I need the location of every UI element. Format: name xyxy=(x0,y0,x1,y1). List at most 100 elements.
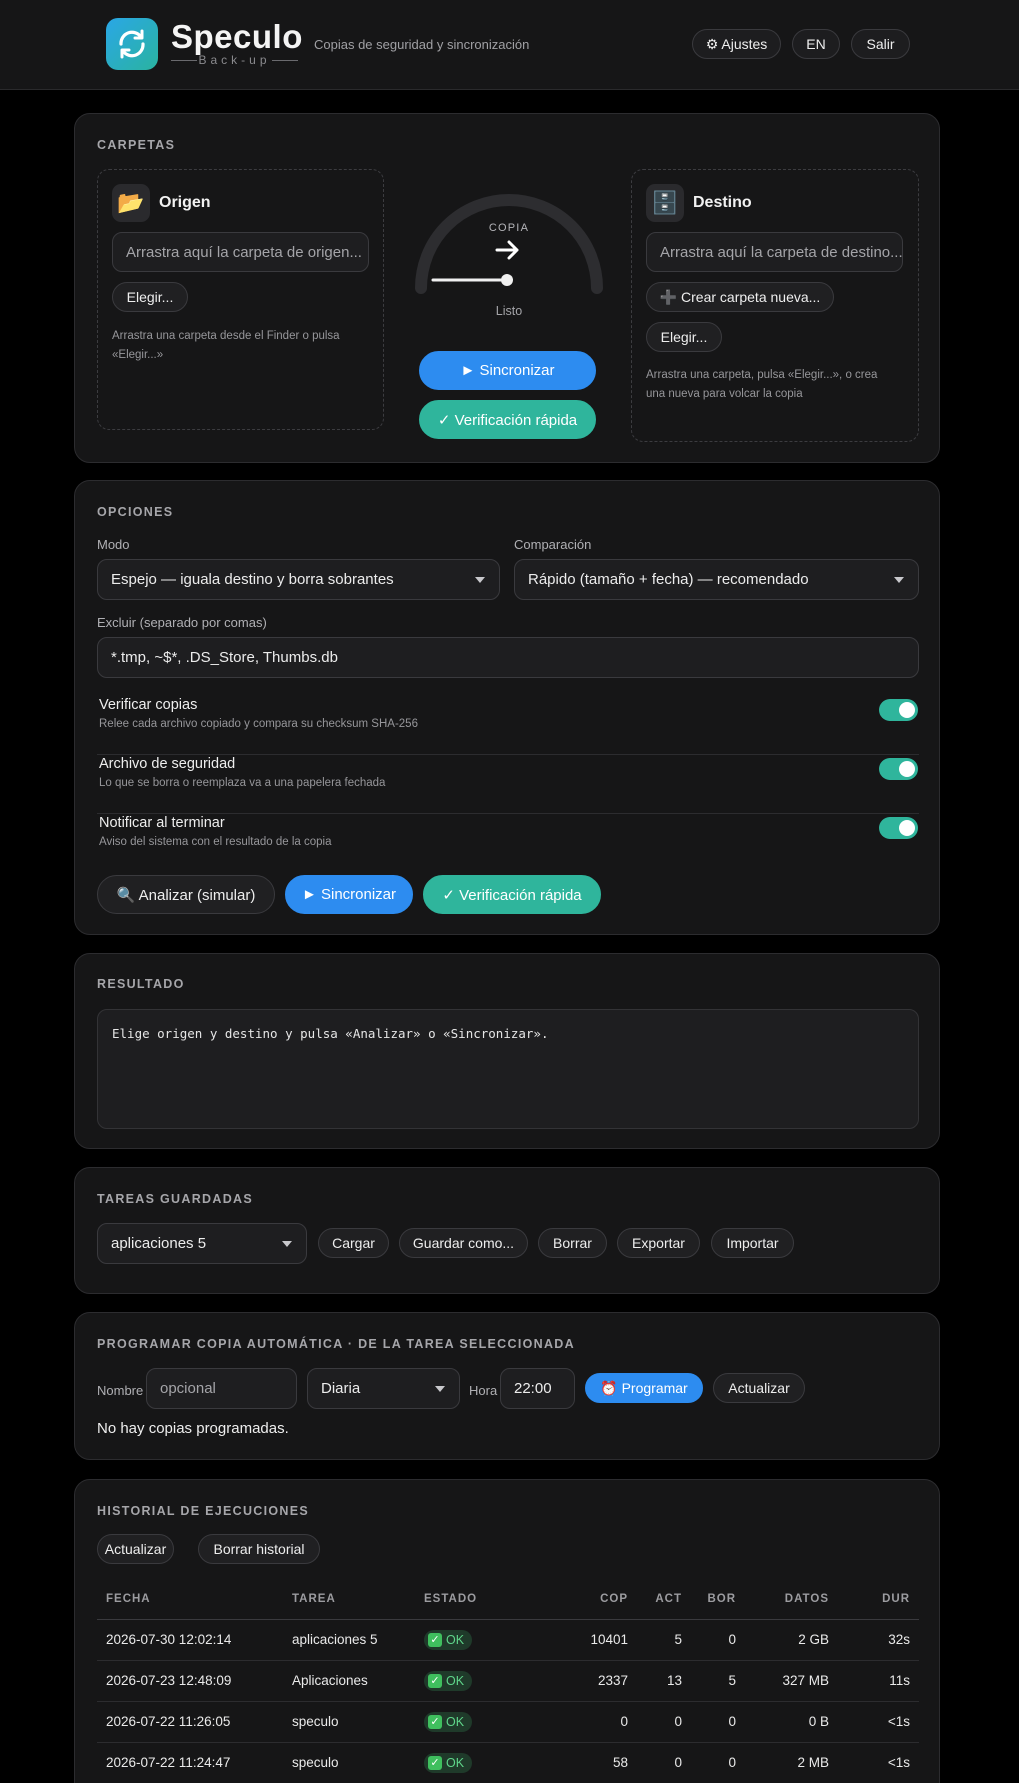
destination-choose-button[interactable]: Elegir... xyxy=(646,322,722,352)
history-header-row: FECHA TAREA ESTADO COP ACT BOR DATOS DUR xyxy=(97,1580,919,1620)
source-hint: Arrastra una carpeta desde el Finder o p… xyxy=(112,330,340,361)
verify-copies-row: Verificar copias Relee cada archivo copi… xyxy=(97,696,919,755)
exit-button[interactable]: Salir xyxy=(851,29,910,59)
row-deleted: 0 xyxy=(691,1619,745,1661)
mode-select[interactable]: Espejo — iguala destino y borra sobrante… xyxy=(97,559,500,600)
brand-subtitle: Back-up xyxy=(171,53,298,67)
clear-history-button[interactable]: Borrar historial xyxy=(198,1534,320,1564)
verify-copies-title: Verificar copias xyxy=(99,697,198,713)
create-folder-button[interactable]: ➕ Crear carpeta nueva... xyxy=(646,282,834,312)
verify-copies-toggle[interactable] xyxy=(879,699,918,721)
row-copied: 10401 xyxy=(535,1619,637,1661)
safety-archive-title: Archivo de seguridad xyxy=(99,756,236,772)
settings-button[interactable]: ⚙ Ajustes xyxy=(692,29,781,59)
quick-verify-button[interactable]: ✓ Verificación rápida xyxy=(423,875,601,914)
notify-toggle[interactable] xyxy=(879,817,918,839)
row-copied: 2337 xyxy=(535,1660,637,1702)
exclude-input[interactable]: *.tmp, ~$*, .DS_Store, Thumbs.db xyxy=(97,637,919,678)
row-duration: 11s xyxy=(838,1660,919,1702)
safety-archive-desc: Lo que se borra o reemplaza va a una pap… xyxy=(99,777,386,789)
sync-button[interactable]: ► Sincronizar xyxy=(285,875,413,914)
schedule-button[interactable]: ⏰ Programar xyxy=(585,1373,703,1403)
destination-hint: Arrastra una carpeta, pulsa «Elegir...»,… xyxy=(646,369,878,400)
check-icon: ✓ xyxy=(428,1755,442,1770)
row-date: 2026-07-30 12:02:14 xyxy=(97,1619,283,1661)
row-task: aplicaciones 5 xyxy=(283,1619,415,1661)
history-refresh-button[interactable]: Actualizar xyxy=(97,1534,174,1564)
col-status: ESTADO xyxy=(415,1580,535,1620)
safety-archive-row: Archivo de seguridad Lo que se borra o r… xyxy=(97,755,919,814)
row-deleted: 0 xyxy=(691,1701,745,1743)
source-drop-zone[interactable]: 📂 Origen Arrastra aquí la carpeta de ori… xyxy=(97,169,384,430)
mode-label: Modo xyxy=(97,537,130,552)
schedule-name-label: Nombre xyxy=(97,1383,144,1398)
delete-task-button[interactable]: Borrar xyxy=(538,1228,607,1258)
folders-card: CARPETAS 📂 Origen Arrastra aquí la carpe… xyxy=(74,113,940,463)
destination-drop-zone[interactable]: 🗄️ Destino Arrastra aquí la carpeta de d… xyxy=(631,169,919,442)
table-row[interactable]: 2026-07-22 11:26:05 speculo ✓ OK 0 0 0 0 … xyxy=(97,1701,919,1743)
frequency-select[interactable]: Diaria xyxy=(307,1368,460,1409)
copy-gauge: COPIA xyxy=(411,188,607,298)
language-button[interactable]: EN xyxy=(792,29,840,59)
row-date: 2026-07-23 12:48:09 xyxy=(97,1660,283,1702)
top-bar: Speculo Back-up Copias de seguridad y si… xyxy=(0,0,1019,90)
row-date: 2026-07-22 11:26:05 xyxy=(97,1701,283,1743)
schedule-title: PROGRAMAR COPIA AUTOMÁTICA · DE LA TAREA… xyxy=(97,1337,575,1351)
app-logo-icon xyxy=(106,18,158,70)
load-task-button[interactable]: Cargar xyxy=(318,1228,389,1258)
row-duration: <1s xyxy=(838,1701,919,1743)
source-path-input[interactable]: Arrastra aquí la carpeta de origen... xyxy=(112,232,369,272)
export-button[interactable]: Exportar xyxy=(617,1228,700,1258)
schedule-card: PROGRAMAR COPIA AUTOMÁTICA · DE LA TAREA… xyxy=(74,1312,940,1460)
file-cabinet-icon: 🗄️ xyxy=(646,184,684,222)
save-as-button[interactable]: Guardar como... xyxy=(399,1228,528,1258)
check-icon: ✓ xyxy=(428,1673,442,1688)
destination-path-input[interactable]: Arrastra aquí la carpeta de destino... xyxy=(646,232,903,272)
schedule-time-input[interactable]: 22:00 xyxy=(500,1368,575,1409)
row-copied: 58 xyxy=(535,1742,637,1783)
notify-row: Notificar al terminar Aviso del sistema … xyxy=(97,814,919,873)
col-updated: ACT xyxy=(637,1580,691,1620)
row-date: 2026-07-22 11:24:47 xyxy=(97,1742,283,1783)
analyze-button[interactable]: 🔍 Analizar (simular) xyxy=(97,875,275,914)
row-task: Aplicaciones xyxy=(283,1660,415,1702)
row-data: 2 GB xyxy=(745,1619,838,1661)
row-task: speculo xyxy=(283,1742,415,1783)
table-row[interactable]: 2026-07-23 12:48:09 Aplicaciones ✓ OK 233… xyxy=(97,1660,919,1702)
status-badge: ✓ OK xyxy=(424,1670,473,1691)
row-updated: 5 xyxy=(637,1619,691,1661)
verify-copies-desc: Relee cada archivo copiado y compara su … xyxy=(99,718,418,730)
folder-open-icon: 📂 xyxy=(112,184,150,222)
exclude-label: Excluir (separado por comas) xyxy=(97,615,267,630)
table-row[interactable]: 2026-07-30 12:02:14 aplicaciones 5 ✓ OK 1… xyxy=(97,1619,919,1661)
table-row[interactable]: 2026-07-22 11:24:47 speculo ✓ OK 58 0 0 2… xyxy=(97,1742,919,1783)
import-button[interactable]: Importar xyxy=(711,1228,794,1258)
source-choose-button[interactable]: Elegir... xyxy=(112,282,188,312)
row-updated: 0 xyxy=(637,1701,691,1743)
safety-archive-toggle[interactable] xyxy=(879,758,918,780)
row-deleted: 5 xyxy=(691,1660,745,1702)
saved-tasks-title: TAREAS GUARDADAS xyxy=(97,1192,253,1206)
task-select[interactable]: aplicaciones 5 xyxy=(97,1223,307,1264)
row-updated: 13 xyxy=(637,1660,691,1702)
row-copied: 0 xyxy=(535,1701,637,1743)
result-title: RESULTADO xyxy=(97,977,185,991)
schedule-name-input[interactable]: opcional xyxy=(146,1368,297,1409)
options-card: OPCIONES Modo Espejo — iguala destino y … xyxy=(74,480,940,935)
row-deleted: 0 xyxy=(691,1742,745,1783)
schedule-refresh-button[interactable]: Actualizar xyxy=(713,1373,805,1403)
col-copied: COP xyxy=(535,1580,637,1620)
row-task: speculo xyxy=(283,1701,415,1743)
row-data: 0 B xyxy=(745,1701,838,1743)
col-date: FECHA xyxy=(97,1580,283,1620)
compare-select[interactable]: Rápido (tamaño + fecha) — recomendado xyxy=(514,559,919,600)
options-title: OPCIONES xyxy=(97,505,174,519)
sync-button-top[interactable]: ► Sincronizar xyxy=(419,351,596,390)
row-data: 327 MB xyxy=(745,1660,838,1702)
result-card: RESULTADO Elige origen y destino y pulsa… xyxy=(74,953,940,1149)
quick-verify-button-top[interactable]: ✓ Verificación rápida xyxy=(419,400,596,439)
destination-title: Destino xyxy=(693,194,752,211)
col-task: TAREA xyxy=(283,1580,415,1620)
notify-title: Notificar al terminar xyxy=(99,815,225,831)
check-icon: ✓ xyxy=(428,1632,442,1647)
